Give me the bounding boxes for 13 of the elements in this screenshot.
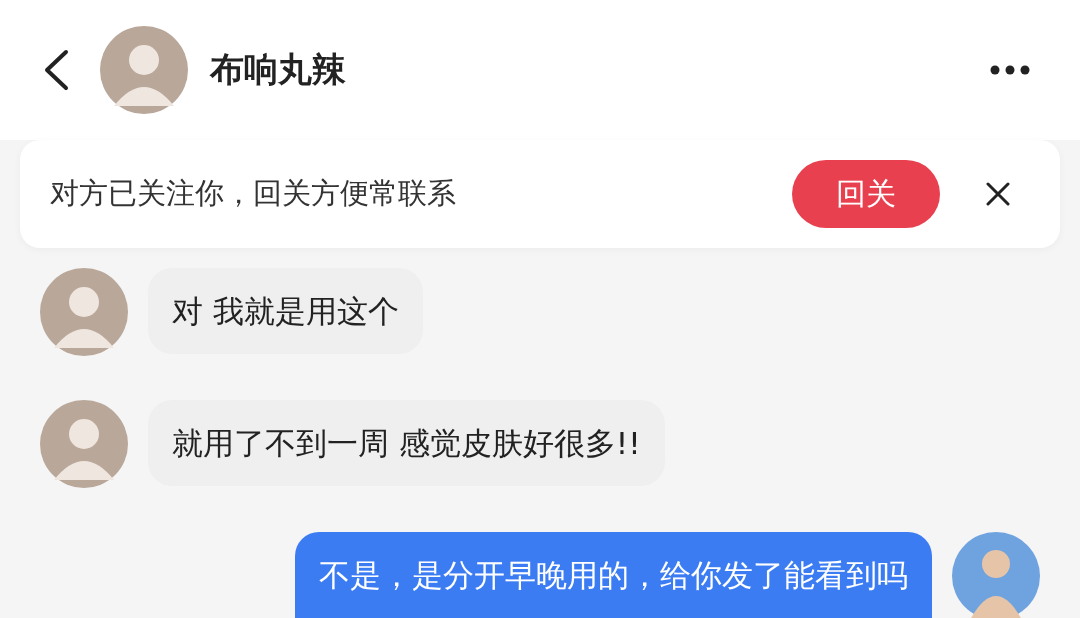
avatar-icon[interactable] — [100, 26, 188, 114]
close-icon[interactable] — [986, 182, 1010, 206]
avatar-icon[interactable] — [40, 400, 128, 488]
avatar-icon[interactable] — [40, 268, 128, 356]
more-icon[interactable] — [990, 65, 1030, 75]
message-bubble: 对 我就是用这个 — [148, 268, 423, 354]
follow-back-button[interactable]: 回关 — [792, 160, 940, 228]
message-bubble: 就用了不到一周 感觉皮肤好很多!! — [148, 400, 665, 486]
follow-prompt: 对方已关注你，回关方便常联系 — [50, 175, 457, 212]
contact-name: 布响丸辣 — [210, 48, 347, 91]
back-icon[interactable] — [42, 49, 70, 91]
message-bubble: 不是，是分开早晚用的，给你发了能看到吗 — [295, 532, 932, 618]
avatar-icon[interactable] — [952, 532, 1040, 618]
